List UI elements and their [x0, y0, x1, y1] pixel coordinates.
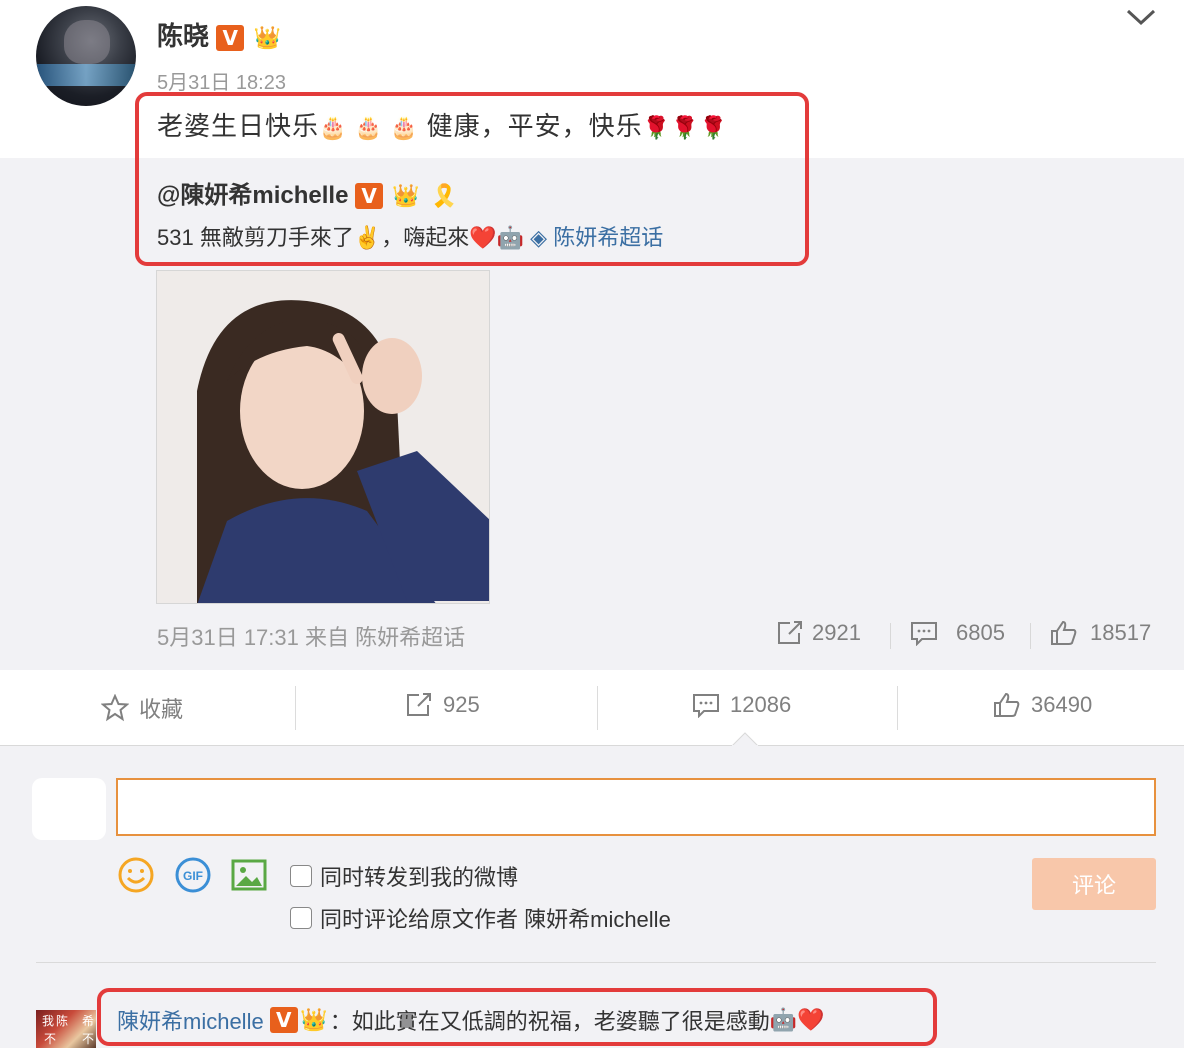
my-avatar — [32, 778, 106, 840]
comment-icon — [911, 622, 937, 646]
thumbs-up-icon — [994, 692, 1020, 717]
action-divider — [897, 686, 898, 730]
share-count: 2921 — [812, 620, 861, 645]
share-count: 925 — [443, 692, 480, 717]
image-icon[interactable] — [230, 856, 268, 894]
gif-icon[interactable]: GIF — [174, 856, 212, 894]
option-repost-label: 同时转发到我的微博 — [320, 865, 519, 890]
emoji-icon[interactable] — [117, 856, 155, 894]
svg-text:GIF: GIF — [183, 869, 203, 883]
repost-like-stat[interactable]: 18517 — [1050, 620, 1151, 646]
share-icon — [407, 693, 431, 716]
stat-divider — [1030, 623, 1031, 649]
checkbox[interactable] — [290, 907, 312, 929]
divider — [36, 962, 1156, 963]
repost-photo[interactable] — [156, 270, 490, 604]
favorite-button[interactable]: 收藏 — [101, 692, 183, 724]
option-comment-to-original-author[interactable]: 同时评论给原文作者 陳妍希michelle — [290, 902, 671, 934]
action-divider — [295, 686, 296, 730]
stat-divider — [890, 623, 891, 649]
star-icon — [101, 694, 129, 722]
like-count: 36490 — [1031, 692, 1093, 717]
option-repost-to-my-weibo[interactable]: 同时转发到我的微博 — [290, 860, 518, 892]
post-time[interactable]: 5月31日 18:23 — [157, 66, 286, 95]
author-name[interactable]: 陈晓 — [157, 21, 209, 51]
comment-count: 12086 — [730, 692, 792, 717]
author-name-row: 陈晓 V 👑 — [157, 16, 283, 53]
repost-meta: 5月31日 17:31 来自 陈妍希超话 — [157, 625, 466, 650]
active-tab-caret — [732, 732, 758, 746]
share-button[interactable]: 925 — [405, 692, 480, 718]
checkbox[interactable] — [290, 865, 312, 887]
chevron-down-icon[interactable] — [1124, 4, 1158, 30]
comment-button[interactable]: 12086 — [692, 692, 791, 718]
favorite-label: 收藏 — [139, 697, 184, 722]
thumbs-up-icon — [1051, 620, 1077, 645]
commenter-avatar[interactable]: 我陈希 不不 — [36, 1010, 96, 1048]
crown-member-icon: 👑 — [253, 25, 282, 50]
comment-count: 6805 — [956, 620, 1005, 645]
like-count: 18517 — [1090, 620, 1152, 645]
option-comment-label: 同时评论给原文作者 陳妍希michelle — [320, 907, 671, 932]
like-button[interactable]: 36490 — [993, 692, 1092, 718]
author-avatar[interactable] — [36, 6, 136, 106]
highlight-frame — [97, 988, 937, 1046]
comment-icon — [693, 694, 719, 718]
action-divider — [597, 686, 598, 730]
repost-comment-stat[interactable]: 6805 — [910, 620, 1005, 646]
repost-share-stat[interactable]: 2921 — [776, 620, 861, 646]
verified-v-icon: V — [216, 25, 245, 51]
submit-comment-button[interactable]: 评论 — [1032, 858, 1156, 910]
comment-input[interactable] — [116, 778, 1156, 836]
highlight-frame — [135, 92, 809, 266]
share-icon — [778, 621, 802, 644]
